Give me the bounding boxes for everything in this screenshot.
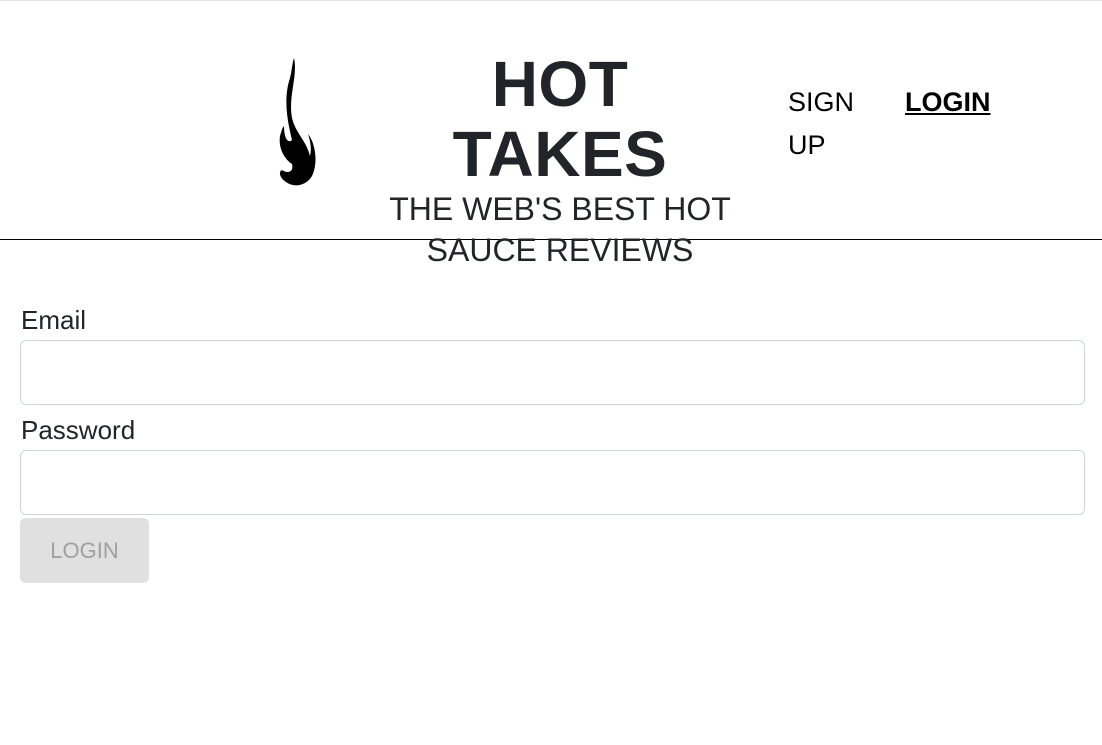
site-title: HOT TAKES	[452, 48, 668, 190]
email-label: Email	[21, 305, 87, 335]
site-header: HOT TAKES THE WEB'S BEST HOT SAUCE REVIE…	[0, 1, 1102, 268]
login-button[interactable]: LOGIN	[20, 518, 149, 583]
nav-login-link[interactable]: LOGIN	[905, 81, 991, 124]
email-field[interactable]	[20, 340, 1085, 405]
nav-signup-link[interactable]: SIGN UP	[788, 81, 868, 167]
password-field[interactable]	[20, 450, 1085, 515]
flame-icon	[279, 58, 316, 186]
password-label: Password	[21, 415, 136, 445]
brand: HOT TAKES THE WEB'S BEST HOT SAUCE REVIE…	[376, 49, 744, 271]
site-subtitle: THE WEB'S BEST HOT SAUCE REVIEWS	[389, 191, 731, 268]
